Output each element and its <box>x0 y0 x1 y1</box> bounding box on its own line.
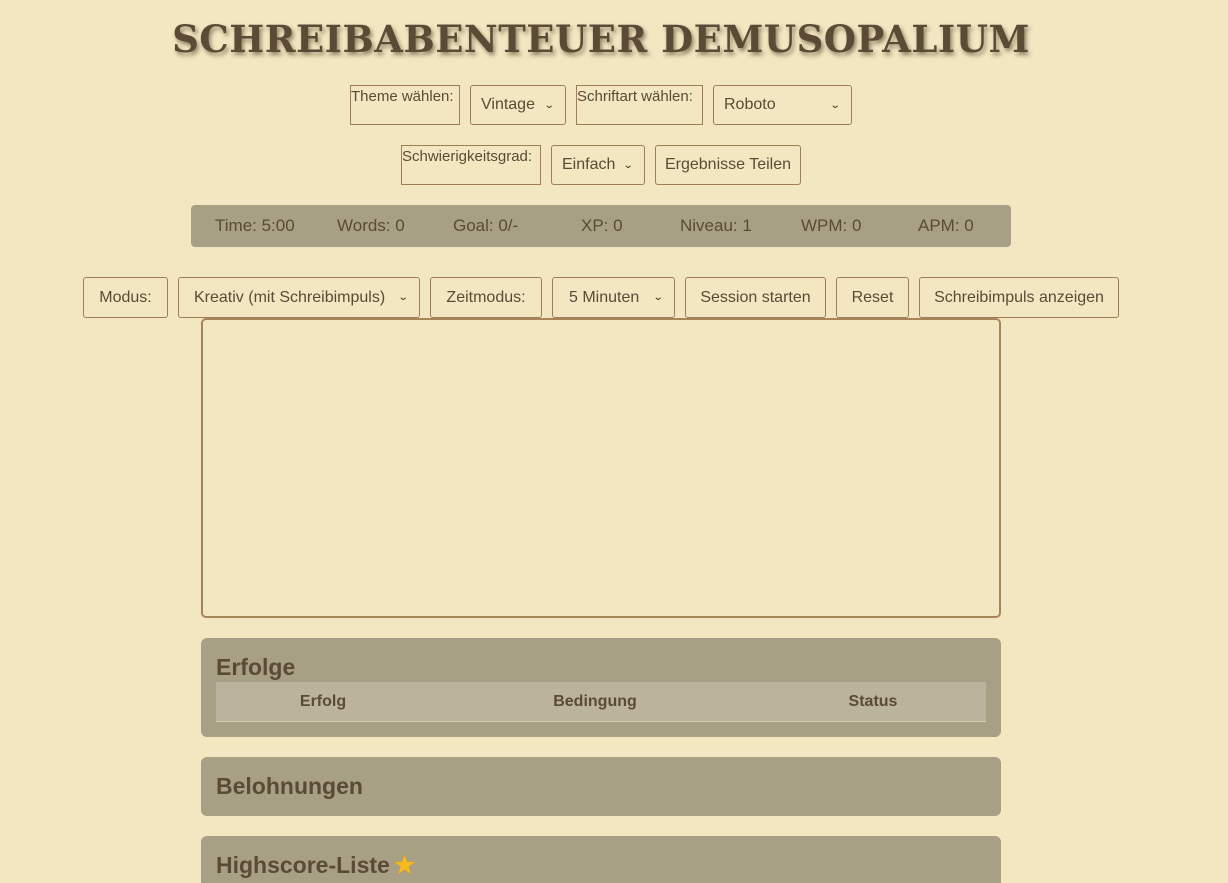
theme-label: Theme wählen: <box>350 85 460 125</box>
column-header-status: Status <box>848 692 898 710</box>
time-mode-select-value: 5 Minuten <box>569 288 640 306</box>
difficulty-select[interactable]: Einfach ⌄ <box>551 145 645 185</box>
font-select-value: Roboto <box>724 96 776 113</box>
font-label: Schriftart wählen: <box>576 85 703 125</box>
achievements-panel: Erfolge Erfolg Bedingung Status <box>201 638 1001 737</box>
stat-apm: APM: 0 <box>918 216 974 235</box>
reset-button[interactable]: Reset <box>836 277 909 318</box>
mode-label: Modus: <box>83 277 168 318</box>
page-title: SCHREIBABENTEUER DEMUSOPALIUM <box>172 17 1030 61</box>
highscore-heading: Highscore-Liste ★ <box>216 850 986 881</box>
stat-words: Words: 0 <box>337 216 405 235</box>
start-session-button[interactable]: Session starten <box>685 277 826 318</box>
column-header-achievement: Erfolg <box>299 692 347 710</box>
chevron-down-icon: ⌄ <box>622 159 634 171</box>
mode-select[interactable]: Kreativ (mit Schreibimpuls) ⌄ <box>178 277 420 318</box>
share-results-button[interactable]: Ergebnisse Teilen <box>655 145 801 185</box>
difficulty-select-value: Einfach <box>562 156 616 173</box>
highscore-panel: Highscore-Liste ★ <box>201 836 1001 883</box>
stat-level: Niveau: 1 <box>680 216 752 235</box>
chevron-down-icon: ⌄ <box>829 99 841 111</box>
column-header-condition: Bedingung <box>553 692 637 710</box>
show-prompt-button[interactable]: Schreibimpuls anzeigen <box>919 277 1119 318</box>
stat-wpm: WPM: 0 <box>801 216 862 235</box>
mode-select-value: Kreativ (mit Schreibimpuls) <box>194 288 386 306</box>
chevron-down-icon: ⌄ <box>397 292 409 303</box>
rewards-panel: Belohnungen <box>201 757 1001 816</box>
time-mode-select[interactable]: 5 Minuten ⌄ <box>552 277 675 318</box>
stats-bar: Time: 5:00 Words: 0 Goal: 0/- XP: 0 Nive… <box>191 205 1011 247</box>
chevron-down-icon: ⌄ <box>652 292 664 303</box>
difficulty-label: Schwierigkeitsgrad: <box>401 145 541 185</box>
highscore-title: Highscore-Liste <box>216 852 390 878</box>
stat-goal: Goal: 0/- <box>453 216 519 235</box>
theme-select-value: Vintage <box>481 96 535 113</box>
theme-select[interactable]: Vintage ⌄ <box>470 85 566 125</box>
stat-time: Time: 5:00 <box>215 216 295 235</box>
time-mode-label: Zeitmodus: <box>430 277 542 318</box>
chevron-down-icon: ⌄ <box>543 99 555 111</box>
writing-textarea[interactable] <box>201 318 1001 618</box>
star-icon: ★ <box>393 852 416 879</box>
achievements-table-header: Erfolg Bedingung Status <box>216 682 986 722</box>
rewards-title: Belohnungen <box>216 773 363 799</box>
font-select[interactable]: Roboto ⌄ <box>713 85 852 125</box>
achievements-title: Erfolge <box>216 654 296 680</box>
stat-xp: XP: 0 <box>581 216 623 235</box>
